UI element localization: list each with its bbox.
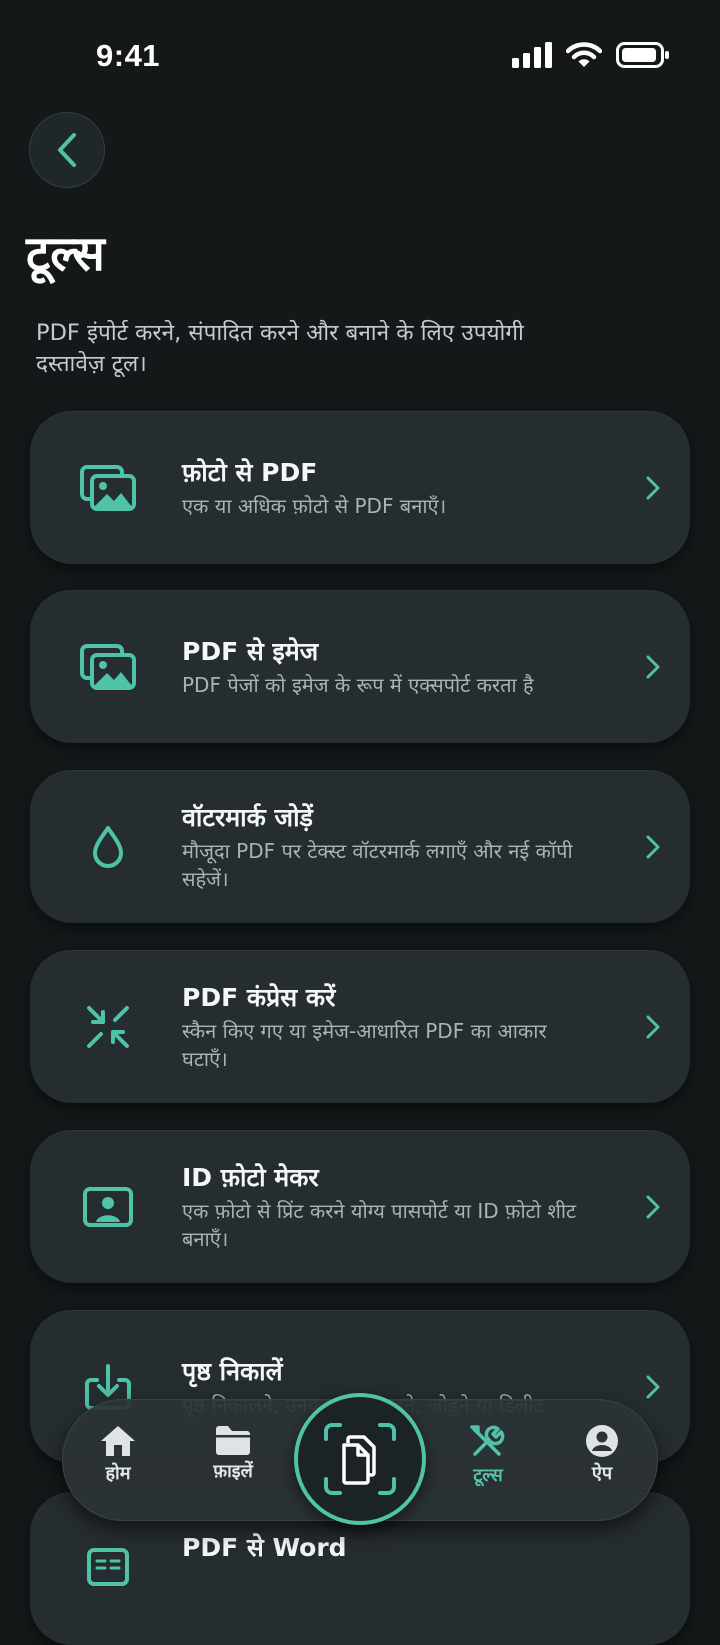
nav-label: होम xyxy=(105,1463,131,1484)
images-icon xyxy=(78,639,138,695)
compress-icon xyxy=(78,999,138,1055)
tool-description: स्कैन किए गए या इमेज-आधारित PDF का आकार … xyxy=(182,1019,547,1071)
status-icons xyxy=(512,42,670,68)
word-icon xyxy=(78,1539,138,1595)
cellular-signal-icon xyxy=(512,42,552,68)
tools-icon xyxy=(470,1425,505,1456)
tool-description: एक फ़ोटो से प्रिंट करने योग्य पासपोर्ट य… xyxy=(182,1199,577,1251)
tool-card-compress-pdf[interactable]: PDF कंप्रेस करें स्कैन किए गए या इमेज-आध… xyxy=(30,950,690,1103)
tool-card-pdf-to-image[interactable]: PDF से इमेज PDF पेजों को इमेज के रूप में… xyxy=(30,590,690,743)
photos-icon xyxy=(78,460,138,516)
tool-title: PDF से इमेज xyxy=(182,637,319,666)
nav-item-tools[interactable]: टूल्स xyxy=(443,1424,533,1488)
chevron-right-icon xyxy=(646,476,660,500)
tool-description: एक या अधिक फ़ोटो से PDF बनाएँ। xyxy=(182,494,447,518)
nav-label: टूल्स xyxy=(473,1465,503,1486)
tool-title: फ़ोटो से PDF xyxy=(182,458,318,487)
tool-title: PDF कंप्रेस करें xyxy=(182,983,336,1012)
battery-icon xyxy=(616,42,669,68)
tool-card-photo-to-pdf[interactable]: फ़ोटो से PDF एक या अधिक फ़ोटो से PDF बना… xyxy=(30,411,690,564)
status-time: 9:41 xyxy=(96,38,161,73)
status-bar: 9:41 xyxy=(0,0,720,110)
page-subtitle: PDF इंपोर्ट करने, संपादित करने और बनाने … xyxy=(36,320,524,377)
tool-text: फ़ोटो से PDF एक या अधिक फ़ोटो से PDF बना… xyxy=(182,412,598,564)
page-title: टूल्स xyxy=(26,226,105,282)
nav-item-home[interactable]: होम xyxy=(73,1424,163,1486)
folder-icon xyxy=(216,1426,250,1455)
nav-item-app[interactable]: ऐप xyxy=(557,1424,647,1486)
wifi-icon xyxy=(566,42,602,67)
tool-text: PDF से Word xyxy=(182,1531,598,1645)
tool-title: ID फ़ोटो मेकर xyxy=(182,1163,319,1192)
tool-text: PDF से इमेज PDF पेजों को इमेज के रूप में… xyxy=(182,591,598,743)
id-card-icon xyxy=(78,1179,138,1235)
tool-title: वॉटरमार्क जोड़ें xyxy=(182,803,313,832)
chevron-right-icon xyxy=(646,1015,660,1039)
chevron-right-icon xyxy=(646,1375,660,1399)
tool-description: PDF पेजों को इमेज के रूप में एक्सपोर्ट क… xyxy=(182,673,534,697)
tool-text: ID फ़ोटो मेकर एक फ़ोटो से प्रिंट करने यो… xyxy=(182,1131,598,1283)
nav-item-files[interactable]: फ़ाइलें xyxy=(188,1424,278,1484)
tool-text: PDF कंप्रेस करें स्कैन किए गए या इमेज-आध… xyxy=(182,951,598,1103)
chevron-left-icon xyxy=(58,133,76,167)
home-icon xyxy=(101,1426,135,1456)
chevron-right-icon xyxy=(646,655,660,679)
tool-card-add-watermark[interactable]: वॉटरमार्क जोड़ें मौजूदा PDF पर टेक्स्ट व… xyxy=(30,770,690,923)
tool-title: PDF से Word xyxy=(182,1533,347,1562)
chevron-right-icon xyxy=(646,835,660,859)
user-circle-icon xyxy=(586,1425,618,1457)
tool-title: पृष्ठ निकालें xyxy=(182,1357,283,1386)
tool-text: वॉटरमार्क जोड़ें मौजूदा PDF पर टेक्स्ट व… xyxy=(182,771,598,923)
scan-document-icon xyxy=(324,1423,396,1495)
tool-description: मौजूदा PDF पर टेक्स्ट वॉटरमार्क लगाएँ और… xyxy=(182,839,573,891)
chevron-right-icon xyxy=(646,1195,660,1219)
droplet-icon xyxy=(78,819,138,875)
nav-label: ऐप xyxy=(591,1463,613,1484)
back-button[interactable] xyxy=(29,112,105,188)
tool-card-id-photo-maker[interactable]: ID फ़ोटो मेकर एक फ़ोटो से प्रिंट करने यो… xyxy=(30,1130,690,1283)
scan-button[interactable] xyxy=(294,1393,426,1525)
nav-label: फ़ाइलें xyxy=(213,1461,253,1482)
